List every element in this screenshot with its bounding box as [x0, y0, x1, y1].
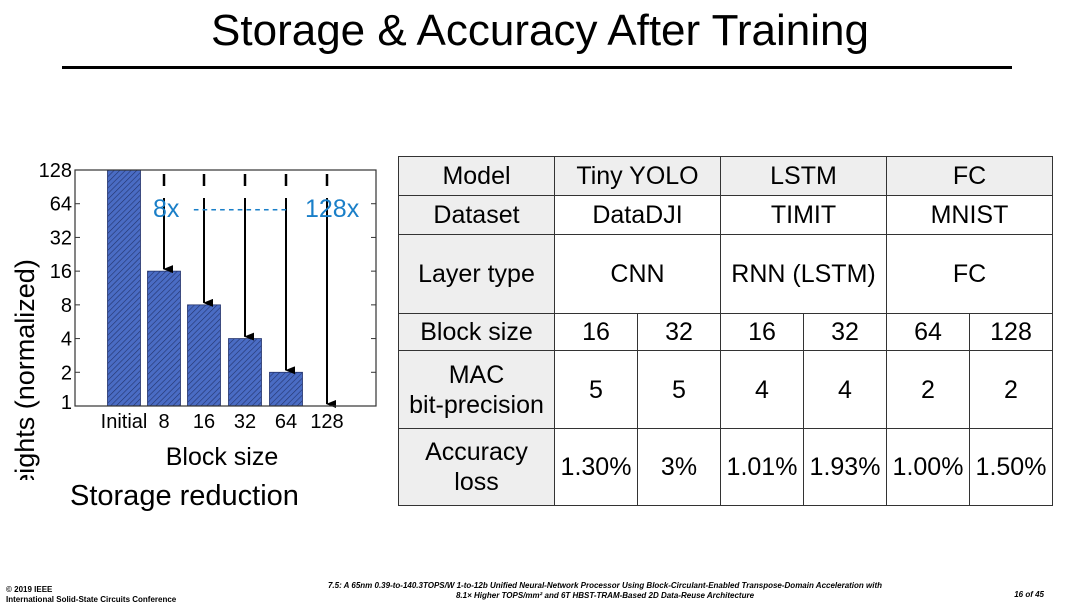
footer-copyright-line: © 2019 IEEE: [6, 585, 53, 594]
row-label-line: Accuracy: [425, 438, 528, 466]
x-tick-label: 16: [193, 411, 215, 433]
y-tick-label: 32: [50, 227, 72, 249]
table-cell: 4: [720, 350, 804, 429]
y-tick-label: 8: [61, 295, 72, 317]
y-tick-label: 16: [50, 261, 72, 283]
y-tick-label: 2: [61, 362, 72, 384]
x-tick-label: Initial: [101, 411, 148, 433]
table-cell: Tiny YOLO: [554, 156, 721, 196]
footer-paper-title-line2: 8.1× Higher TOPS/mm² and 6T HBST-TRAM-Ba…: [455, 591, 755, 600]
table-cell: 1.50%: [969, 428, 1053, 506]
x-tick-label: 8: [158, 411, 169, 433]
row-label-line: MAC: [448, 360, 505, 389]
y-tick-label: 1: [61, 392, 72, 414]
row-label: Dataset: [398, 195, 555, 235]
bar: [107, 169, 141, 407]
table-cell: FC: [886, 234, 1053, 314]
table-cell: MNIST: [886, 195, 1053, 235]
table-cell: 2: [969, 350, 1053, 429]
row-label: Layer type: [398, 234, 555, 314]
table-cell: 5: [637, 350, 721, 429]
table-cell: 2: [886, 350, 970, 429]
chart-caption: Storage reduction: [70, 480, 299, 512]
y-tick-label: 128: [39, 160, 72, 182]
row-label: Block size: [398, 313, 555, 351]
table-cell: 1.93%: [803, 428, 887, 506]
y-tick-label: 64: [50, 194, 72, 216]
table-row: Dataset DataDJI TIMIT MNIST: [398, 195, 1053, 235]
table-row: Model Tiny YOLO LSTM FC: [398, 156, 1053, 196]
row-label-line: Dataset: [433, 201, 520, 229]
footer-copyright: © 2019 IEEE International Solid-State Ci…: [6, 585, 176, 605]
table-cell: 1.30%: [554, 428, 638, 506]
x-axis-label: Block size: [166, 443, 279, 471]
slide-title: Storage & Accuracy After Training: [211, 6, 869, 55]
table-row: Block size 16 32 16 32 64 128: [398, 313, 1053, 351]
footer-paper-title: 7.5: A 65nm 0.39-to-140.3TOPS/W 1-to-12b…: [260, 581, 950, 601]
storage-bar-chart: Initial 8 16 32 64 128 1 2 4 8 16 32 64 128 # of weig…: [10, 160, 377, 480]
table-cell: 32: [803, 313, 887, 351]
table-row: Layer type CNN RNN (LSTM) FC: [398, 234, 1053, 314]
y-tick-label: 4: [61, 329, 72, 351]
table-cell: LSTM: [720, 156, 887, 196]
row-label: Accuracy loss: [398, 428, 555, 506]
table-cell: TIMIT: [720, 195, 887, 235]
row-label-line: Block size: [420, 318, 533, 346]
table-cell: RNN (LSTM): [720, 234, 887, 314]
table-cell: 16: [720, 313, 804, 351]
table-cell: 64: [886, 313, 970, 351]
table-cell: 32: [637, 313, 721, 351]
x-tick-label: 128: [310, 411, 343, 433]
results-table: Model Tiny YOLO LSTM FC Dataset DataDJI TIMIT M…: [398, 156, 1053, 506]
row-label-line: bit-precision: [409, 390, 544, 419]
table-cell: 3%: [637, 428, 721, 506]
table-cell: DataDJI: [554, 195, 721, 235]
table-cell: 1.00%: [886, 428, 970, 506]
row-label: MAC bit-precision: [398, 350, 555, 429]
table-cell: 128: [969, 313, 1053, 351]
table-cell: CNN: [554, 234, 721, 314]
row-label-line: Layer type: [418, 260, 535, 288]
y-axis-label: # of weights (normalized): [10, 259, 40, 480]
x-tick-label: 32: [234, 411, 256, 433]
annotation-dash: -----------: [193, 199, 287, 220]
bar: [228, 338, 262, 407]
bar: [147, 270, 181, 407]
row-label: Model: [398, 156, 555, 196]
x-tick-label: 64: [275, 411, 297, 433]
page-number: 16 of 45: [1014, 590, 1044, 599]
row-label-line: loss: [454, 468, 499, 496]
annotation-8x: 8x: [153, 195, 180, 223]
table-cell: 1.01%: [720, 428, 804, 506]
table-row: Accuracy loss 1.30% 3% 1.01% 1.93% 1.00% 1.50%: [398, 428, 1053, 506]
table-cell: 16: [554, 313, 638, 351]
row-label-line: Model: [442, 162, 511, 190]
table-row: MAC bit-precision 5 5 4 4 2 2: [398, 350, 1053, 429]
annotation-128x: 128x: [305, 195, 360, 223]
footer-conference: International Solid-State Circuits Confe…: [6, 595, 177, 604]
table-cell: FC: [886, 156, 1053, 196]
bar: [269, 371, 303, 407]
title-divider: [62, 66, 1012, 69]
bar: [187, 304, 221, 407]
footer-paper-title-line1: 7.5: A 65nm 0.39-to-140.3TOPS/W 1-to-12b…: [327, 581, 883, 590]
table-cell: 4: [803, 350, 887, 429]
table-cell: 5: [554, 350, 638, 429]
